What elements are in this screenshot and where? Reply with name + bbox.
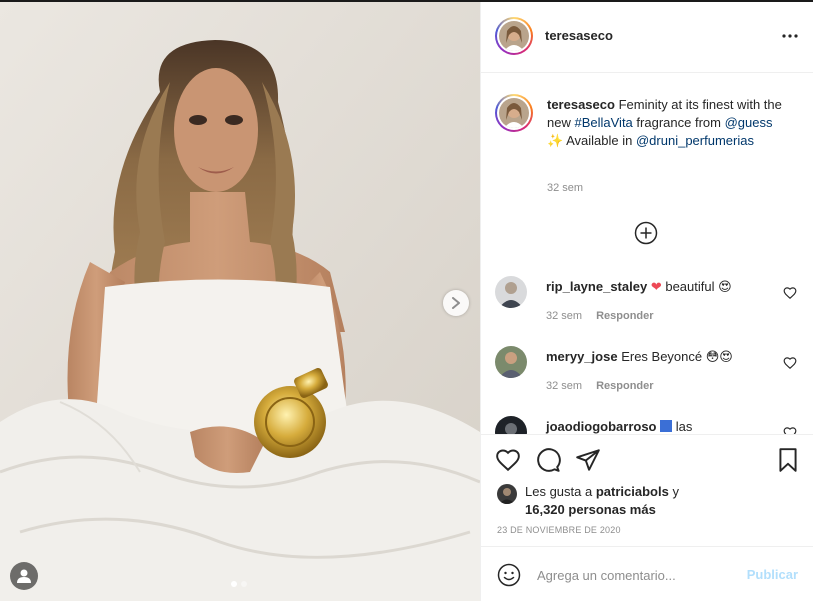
author-avatar[interactable] [495, 17, 533, 55]
avatar-image [495, 416, 527, 434]
reply-button[interactable]: Responder [596, 310, 653, 322]
avatar-image [499, 98, 529, 128]
avatar-image [499, 21, 529, 51]
chevron-right-icon [452, 297, 460, 309]
commenter-username[interactable]: rip_layne_staley [546, 279, 647, 294]
carousel-dot-active [231, 581, 237, 587]
comment-item: joaodiogobarroso las [495, 414, 805, 434]
comment-text: Eres Beyoncé [621, 349, 703, 364]
caption-text: teresaseco Feminity at its finest with t… [547, 96, 787, 151]
comment-text: las [675, 419, 693, 434]
load-more-comments-button[interactable] [634, 221, 658, 245]
publish-button[interactable]: Publicar [747, 567, 798, 582]
more-options-button[interactable] [780, 26, 800, 46]
avatar-image [495, 276, 527, 308]
add-comment-bar: Publicar [481, 546, 813, 602]
comment-input[interactable] [535, 559, 739, 591]
caption-avatar[interactable] [495, 94, 533, 132]
avatar-image [495, 346, 527, 378]
flushed-heart-eyes-emoji: 😳😍 [705, 350, 733, 365]
liker-username[interactable]: patriciabols [596, 484, 669, 499]
heart-icon[interactable] [783, 426, 797, 434]
comment-body: meryy_jose Eres Beyoncé 😳😍 [546, 348, 733, 367]
caption-time[interactable]: 32 sem [547, 182, 583, 194]
post-sidebar: teresaseco teresaseco Feminity at its fi… [480, 2, 813, 601]
commenter-avatar[interactable] [495, 346, 527, 378]
heart-eyes-emoji: 😍 [718, 280, 732, 295]
comment-body: joaodiogobarroso las [546, 418, 692, 434]
bookmark-icon[interactable] [775, 447, 801, 473]
likes-connector: y [672, 484, 679, 499]
post-image-illustration [0, 2, 480, 601]
heart-icon[interactable] [783, 286, 797, 300]
likes-prefix: Les gusta a [525, 484, 593, 499]
commenter-avatar[interactable] [495, 416, 527, 434]
post-header: teresaseco [481, 2, 813, 73]
post-image[interactable] [0, 2, 480, 601]
hashtag-link[interactable]: #BellaVita [574, 115, 632, 130]
comments-list: rip_layne_staley ❤ beautiful 😍 32 sem Re… [481, 264, 813, 434]
carousel-indicator [231, 581, 247, 587]
user-icon [17, 569, 31, 583]
tagged-users-button[interactable] [10, 562, 38, 590]
heart-emoji: ❤ [650, 280, 662, 295]
post-date[interactable]: 23 de noviembre de 2020 [497, 525, 621, 535]
sparkles-emoji: ✨ [547, 134, 564, 149]
comment-time[interactable]: 32 sem [546, 310, 582, 322]
comment-meta: 32 sem Responder [546, 380, 654, 392]
comment-item: meryy_jose Eres Beyoncé 😳😍 32 sem Respon… [495, 344, 805, 404]
likes-text: Les gusta a patriciabols y 16,320 person… [525, 483, 795, 519]
heart-icon[interactable] [783, 356, 797, 370]
heart-icon[interactable] [495, 447, 521, 473]
reply-button[interactable]: Responder [596, 380, 653, 392]
commenter-username[interactable]: joaodiogobarroso [546, 419, 657, 434]
caption-text-part3: Available in [566, 133, 633, 148]
commenter-username[interactable]: meryy_jose [546, 349, 618, 364]
author-username[interactable]: teresaseco [545, 28, 613, 43]
share-icon[interactable] [575, 447, 601, 473]
comment-icon[interactable] [535, 447, 561, 473]
avatar-image [497, 484, 517, 504]
comment-text: beautiful [665, 279, 715, 294]
caption-username[interactable]: teresaseco [547, 97, 615, 112]
next-image-button[interactable] [443, 290, 469, 316]
emoji-glyph [660, 420, 673, 432]
commenter-avatar[interactable] [495, 276, 527, 308]
smiley-icon[interactable] [497, 563, 521, 587]
mention-link[interactable]: @druni_perfumerias [636, 133, 754, 148]
comment-meta: 32 sem Responder [546, 310, 654, 322]
comment-item: rip_layne_staley ❤ beautiful 😍 32 sem Re… [495, 274, 805, 334]
carousel-dot [241, 581, 247, 587]
liker-avatar[interactable] [497, 484, 517, 504]
caption-text-part2: fragrance from [636, 115, 721, 130]
comment-body: rip_layne_staley ❤ beautiful 😍 [546, 278, 732, 297]
more-horizontal-icon [782, 34, 798, 38]
likes-count[interactable]: 16,320 personas más [525, 502, 656, 517]
mention-link[interactable]: @guess [725, 115, 773, 130]
comment-time[interactable]: 32 sem [546, 380, 582, 392]
plus-circle-icon [634, 221, 658, 245]
